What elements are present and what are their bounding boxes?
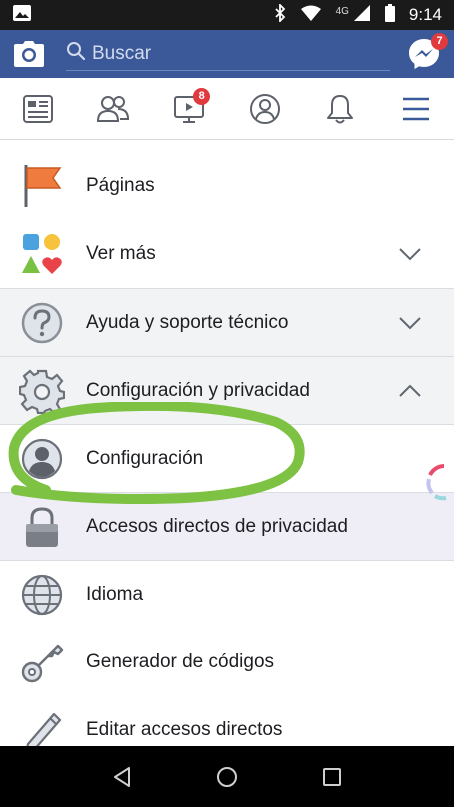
globe-icon bbox=[18, 571, 66, 619]
menu-item-label: Generador de códigos bbox=[86, 651, 275, 672]
shapes-icon bbox=[18, 230, 66, 278]
menu-item-label: Configuración bbox=[86, 447, 204, 469]
top-header: 7 bbox=[0, 30, 454, 78]
menu-item-ayuda[interactable]: Ayuda y soporte técnico bbox=[0, 288, 454, 356]
menu-item-label: Accesos directos de privacidad bbox=[86, 515, 348, 537]
status-bar: 4G 9:14 bbox=[0, 0, 454, 30]
tab-bar: 8 bbox=[0, 78, 454, 140]
bluetooth-icon bbox=[274, 2, 286, 27]
camera-icon[interactable] bbox=[12, 37, 46, 71]
clock: 9:14 bbox=[408, 5, 442, 24]
menu-item-editar-accesos[interactable]: Editar accesos directos bbox=[0, 696, 454, 746]
profile-icon[interactable] bbox=[240, 84, 290, 134]
search-input[interactable] bbox=[86, 42, 390, 65]
menu-list: Páginas Ver más Ayuda y soporte técnico … bbox=[0, 140, 454, 746]
menu-item-configuracion[interactable]: Configuración bbox=[0, 424, 454, 492]
search-icon bbox=[66, 41, 86, 66]
menu-icon[interactable] bbox=[391, 84, 441, 134]
menu-item-label: Configuración y privacidad bbox=[86, 379, 310, 401]
loading-spinner-icon bbox=[426, 464, 447, 501]
messenger-icon[interactable]: 7 bbox=[406, 33, 448, 72]
search-bar[interactable] bbox=[66, 37, 390, 71]
menu-item-label: Ayuda y soporte técnico bbox=[86, 311, 289, 333]
home-icon[interactable] bbox=[207, 757, 247, 797]
battery-icon bbox=[384, 3, 395, 27]
pencil-icon bbox=[18, 706, 66, 746]
menu-item-label: Páginas bbox=[86, 175, 155, 196]
gear-icon bbox=[18, 367, 66, 415]
image-icon bbox=[12, 4, 32, 27]
menu-item-generador[interactable]: Generador de códigos bbox=[0, 628, 454, 696]
menu-item-label: Ver más bbox=[86, 243, 156, 264]
chevron-up-icon[interactable] bbox=[396, 377, 424, 405]
help-icon bbox=[18, 299, 66, 347]
recents-icon[interactable] bbox=[312, 757, 352, 797]
menu-item-accesos-privacidad[interactable]: Accesos directos de privacidad bbox=[0, 492, 454, 560]
menu-item-label: Idioma bbox=[86, 583, 144, 605]
news-feed-icon[interactable] bbox=[13, 84, 63, 134]
watch-icon[interactable]: 8 bbox=[164, 84, 214, 134]
chevron-down-icon[interactable] bbox=[396, 240, 424, 268]
notifications-icon[interactable] bbox=[315, 84, 365, 134]
chevron-down-icon[interactable] bbox=[396, 309, 424, 337]
back-icon[interactable] bbox=[102, 757, 142, 797]
messenger-badge: 7 bbox=[431, 33, 448, 50]
watch-badge: 8 bbox=[193, 87, 211, 105]
account-icon bbox=[18, 435, 66, 483]
network-type: 4G bbox=[335, 5, 349, 17]
flag-icon bbox=[18, 162, 66, 210]
signal-icon bbox=[353, 4, 371, 27]
menu-item-ver-mas[interactable]: Ver más bbox=[0, 220, 454, 288]
android-nav-bar bbox=[0, 746, 454, 807]
scrolled-item-remnant bbox=[0, 140, 454, 152]
menu-item-label: Editar accesos directos bbox=[86, 719, 283, 740]
friends-icon[interactable] bbox=[88, 84, 138, 134]
menu-item-idioma[interactable]: Idioma bbox=[0, 560, 454, 628]
lock-icon bbox=[18, 503, 66, 551]
menu-item-paginas[interactable]: Páginas bbox=[0, 152, 454, 220]
menu-item-config-privacidad[interactable]: Configuración y privacidad bbox=[0, 356, 454, 424]
wifi-icon bbox=[300, 5, 322, 26]
key-icon bbox=[18, 638, 66, 686]
